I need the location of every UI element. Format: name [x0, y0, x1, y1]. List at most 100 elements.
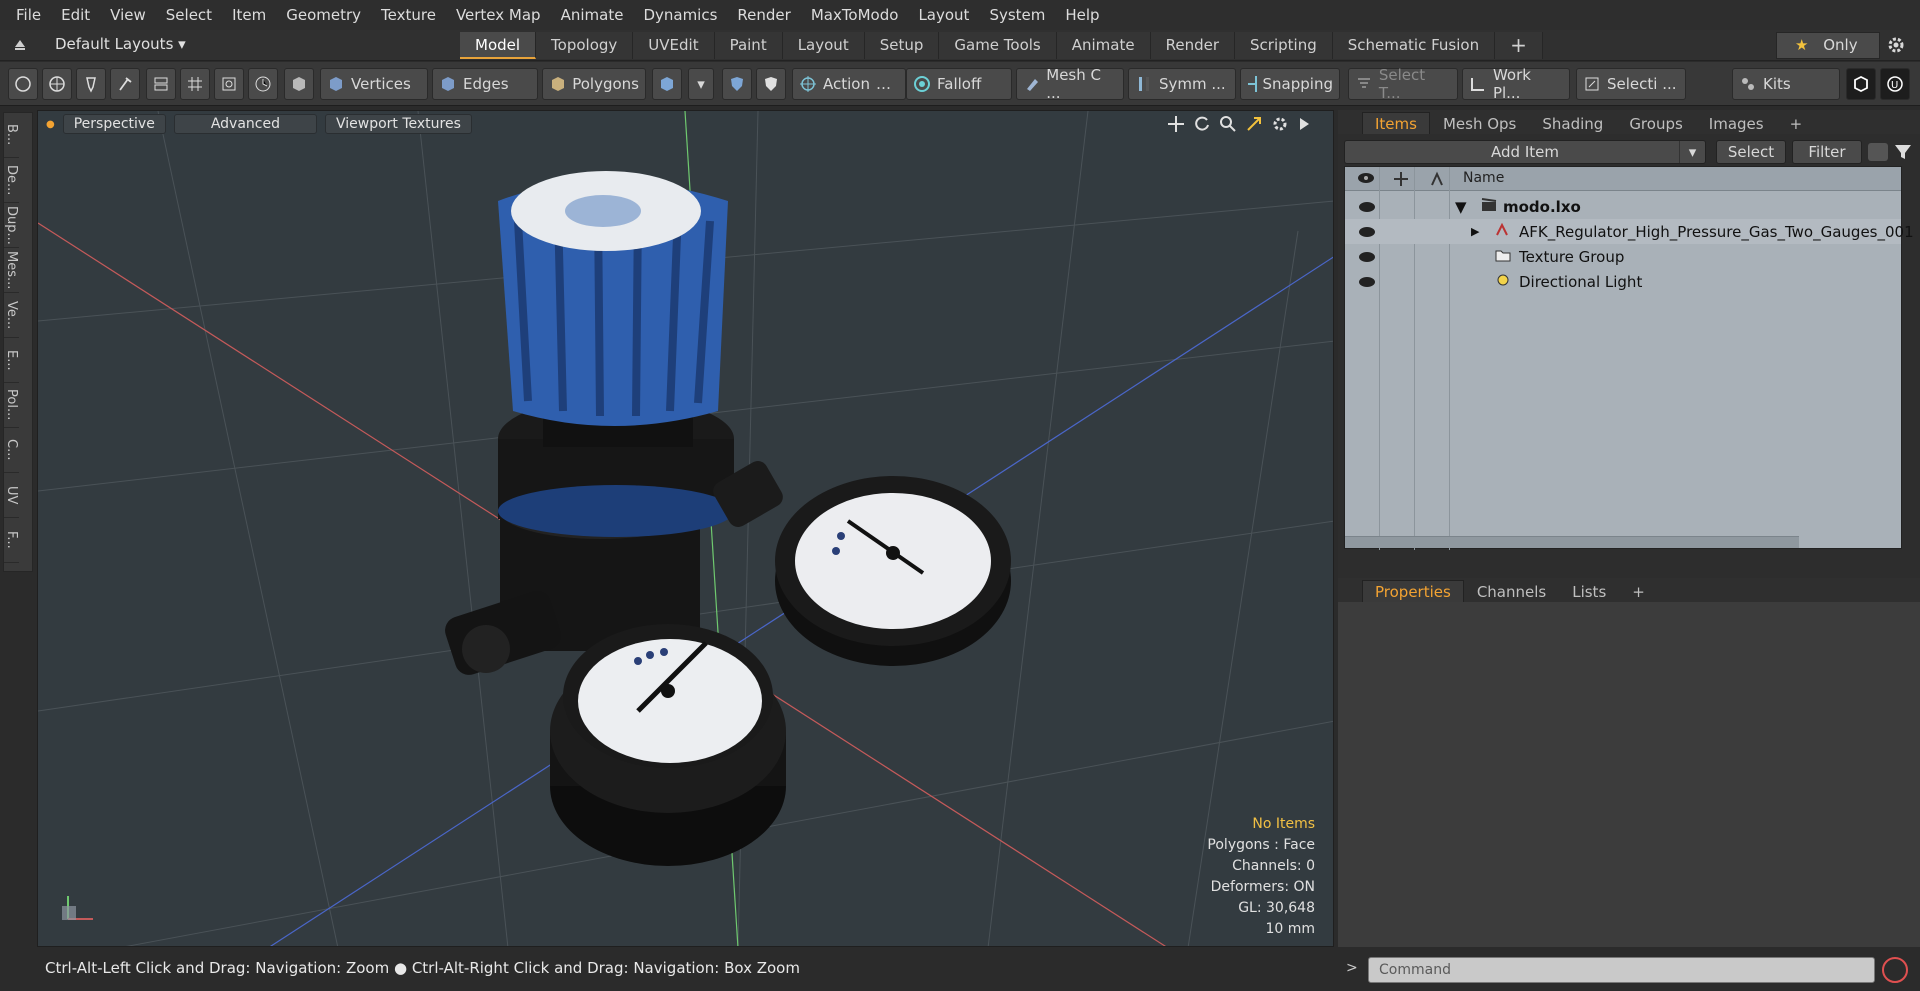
- regulator-model[interactable]: [441, 171, 1011, 866]
- side-tab-duplicate[interactable]: Dup...: [4, 203, 19, 248]
- record-icon[interactable]: [1882, 957, 1908, 983]
- funnel-icon[interactable]: [1893, 143, 1913, 161]
- side-tab-uv[interactable]: UV: [4, 473, 19, 518]
- polygons-button[interactable]: Polygons: [542, 68, 646, 100]
- menu-maxtomodo[interactable]: MaxToModo: [801, 6, 909, 24]
- play-icon[interactable]: [1297, 115, 1311, 133]
- tab-setup[interactable]: Setup: [864, 32, 940, 59]
- mesh-constraint-button[interactable]: Mesh C ...: [1016, 66, 1124, 102]
- menu-dynamics[interactable]: Dynamics: [633, 6, 727, 24]
- side-tab-edge[interactable]: E...: [4, 338, 19, 383]
- menu-geometry[interactable]: Geometry: [276, 6, 371, 24]
- side-tab-vertex[interactable]: Ve...: [4, 293, 19, 338]
- side-tab-curve[interactable]: C...: [4, 428, 19, 473]
- menu-help[interactable]: Help: [1055, 6, 1109, 24]
- select-through-button[interactable]: Select T...: [1348, 66, 1458, 102]
- command-input[interactable]: Command: [1368, 957, 1875, 983]
- add-panel-tab-icon[interactable]: +: [1619, 580, 1658, 602]
- side-tab-mesh-edit[interactable]: Mes...: [4, 248, 19, 293]
- symmetry-button[interactable]: Symm ...: [1128, 68, 1236, 100]
- advanced-button[interactable]: Advanced: [173, 114, 317, 134]
- tab-shading[interactable]: Shading: [1529, 112, 1616, 134]
- side-tab-fusion[interactable]: F...: [4, 518, 19, 563]
- shield-button[interactable]: [722, 68, 752, 100]
- frame-button[interactable]: [214, 68, 244, 100]
- gear-icon[interactable]: [1886, 35, 1906, 55]
- menu-view[interactable]: View: [100, 6, 156, 24]
- filter-button[interactable]: Filter: [1792, 140, 1862, 164]
- tab-channels[interactable]: Channels: [1464, 580, 1559, 602]
- add-item-button[interactable]: Add Item ▾: [1344, 140, 1706, 164]
- 3d-viewport[interactable]: ● Perspective Advanced Viewport Textures…: [37, 110, 1334, 947]
- menu-texture[interactable]: Texture: [371, 6, 446, 24]
- menu-item[interactable]: Item: [222, 6, 276, 24]
- edges-button[interactable]: Edges: [432, 68, 538, 100]
- clock-button[interactable]: [248, 68, 278, 100]
- tab-topology[interactable]: Topology: [536, 32, 634, 59]
- menu-system[interactable]: System: [979, 6, 1055, 24]
- side-tab-deform[interactable]: De...: [4, 158, 19, 203]
- grid-button[interactable]: [180, 68, 210, 100]
- menu-vertex-map[interactable]: Vertex Map: [446, 6, 551, 24]
- selection-sets-button[interactable]: Selecti ...: [1576, 68, 1686, 100]
- tab-paint[interactable]: Paint: [714, 32, 783, 59]
- tab-properties[interactable]: Properties: [1362, 580, 1464, 602]
- maximize-icon[interactable]: [1245, 115, 1263, 133]
- select-button[interactable]: Select: [1716, 140, 1786, 164]
- paint-select-button[interactable]: [110, 68, 140, 100]
- expand-triangle-icon[interactable]: ▼: [1455, 198, 1467, 216]
- zoom-view-icon[interactable]: [1219, 115, 1237, 133]
- menu-animate[interactable]: Animate: [551, 6, 634, 24]
- tree-row-texture-group[interactable]: Texture Group: [1345, 244, 1901, 269]
- tab-uvedit[interactable]: UVEdit: [633, 32, 715, 59]
- work-plane-button[interactable]: Work Pl...: [1462, 66, 1570, 102]
- material-mode-button[interactable]: [652, 68, 682, 100]
- unreal-button[interactable]: U: [1880, 68, 1910, 100]
- layout-selector[interactable]: Default Layouts ▾: [55, 35, 186, 53]
- move-view-icon[interactable]: [1167, 115, 1185, 133]
- menu-edit[interactable]: Edit: [51, 6, 100, 24]
- tree-row-scene[interactable]: ▼ modo.lxo: [1345, 194, 1901, 219]
- tab-images[interactable]: Images: [1696, 112, 1777, 134]
- tree-row-mesh[interactable]: ▶ AFK_Regulator_High_Pressure_Gas_Two_Ga…: [1345, 219, 1914, 244]
- action-button[interactable]: Action…: [792, 68, 906, 100]
- tab-schematic-fusion[interactable]: Schematic Fusion: [1332, 32, 1496, 59]
- menu-layout[interactable]: Layout: [908, 6, 979, 24]
- tab-layout[interactable]: Layout: [782, 32, 865, 59]
- perspective-button[interactable]: Perspective: [62, 114, 166, 134]
- viewport-textures-button[interactable]: Viewport Textures: [324, 114, 472, 134]
- lasso-button[interactable]: [76, 68, 106, 100]
- settings-icon[interactable]: [1271, 115, 1289, 133]
- vertices-button[interactable]: Vertices: [320, 68, 428, 100]
- kits-button[interactable]: Kits: [1732, 68, 1840, 100]
- expand-arrow-icon[interactable]: ▶: [1471, 225, 1479, 238]
- menu-select[interactable]: Select: [156, 6, 222, 24]
- eye-icon[interactable]: [1359, 226, 1375, 237]
- tab-render[interactable]: Render: [1150, 32, 1236, 59]
- add-panel-tab-icon[interactable]: +: [1777, 112, 1816, 134]
- menu-render[interactable]: Render: [727, 6, 800, 24]
- falloff-button[interactable]: Falloff: [906, 68, 1012, 100]
- eye-icon[interactable]: [1359, 276, 1375, 287]
- tab-model[interactable]: Model: [460, 32, 537, 59]
- globe-button[interactable]: [42, 68, 72, 100]
- tab-groups[interactable]: Groups: [1616, 112, 1695, 134]
- only-button[interactable]: ★ Only: [1776, 32, 1880, 59]
- horizontal-scrollbar[interactable]: [1345, 536, 1799, 548]
- eye-icon[interactable]: [1359, 251, 1375, 262]
- select-circle-button[interactable]: [8, 68, 38, 100]
- tab-scripting[interactable]: Scripting: [1235, 32, 1333, 59]
- tree-row-directional-light[interactable]: Directional Light: [1345, 269, 1901, 294]
- add-tab-icon[interactable]: +: [1495, 32, 1543, 59]
- menu-file[interactable]: File: [6, 6, 51, 24]
- shield-alt-button[interactable]: [756, 68, 786, 100]
- tab-mesh-ops[interactable]: Mesh Ops: [1430, 112, 1529, 134]
- side-tab-basic[interactable]: B...: [4, 113, 19, 158]
- tab-game-tools[interactable]: Game Tools: [939, 32, 1057, 59]
- element-button[interactable]: [146, 68, 176, 100]
- item-mode-button[interactable]: [284, 68, 314, 100]
- side-tab-polygon[interactable]: Pol...: [4, 383, 19, 428]
- eye-icon[interactable]: [1359, 201, 1375, 212]
- collapse-icon[interactable]: [1868, 143, 1888, 161]
- rotate-view-icon[interactable]: [1193, 115, 1211, 133]
